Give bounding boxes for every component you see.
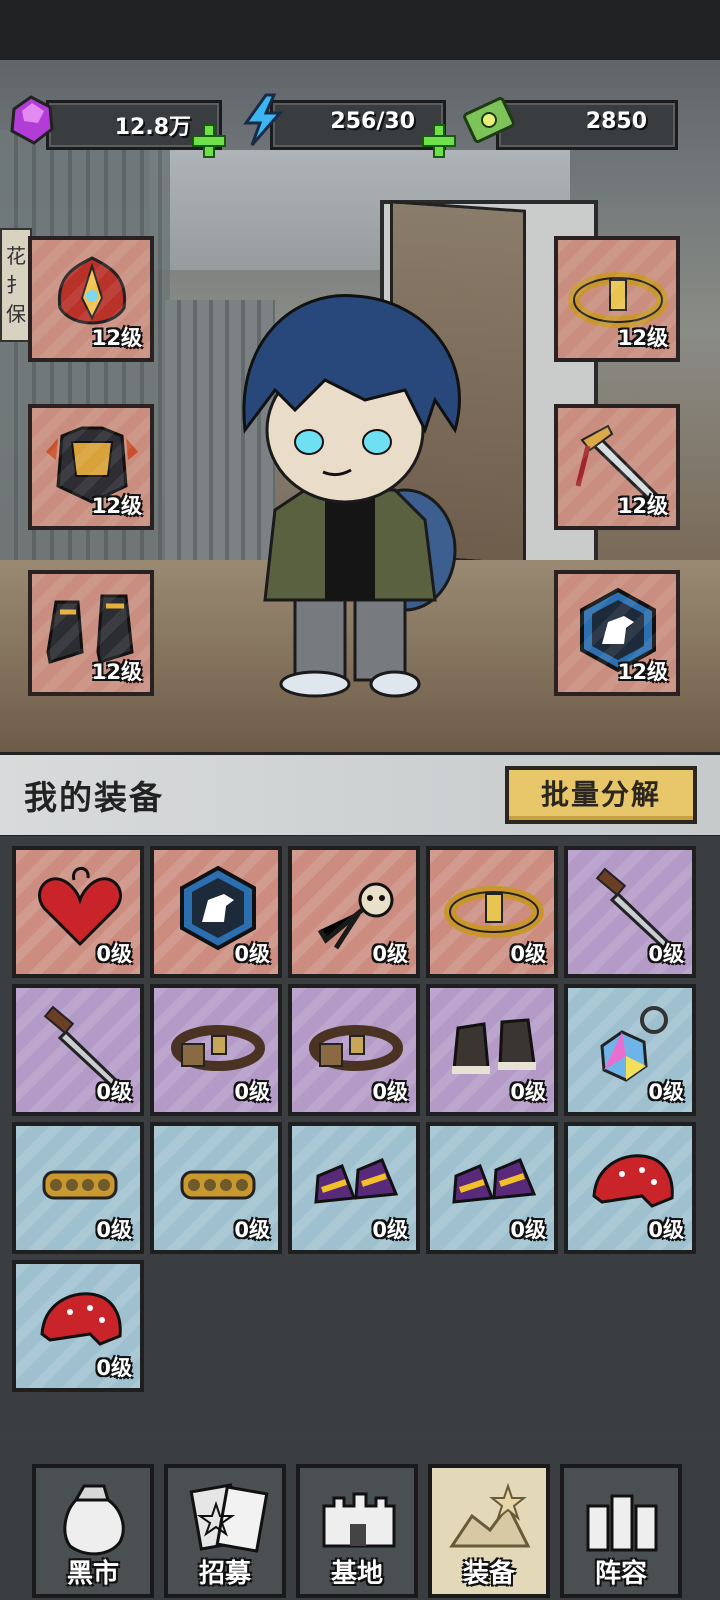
equip-slot-helmet[interactable]: 12级 bbox=[28, 236, 154, 362]
inventory-item[interactable]: 0级 bbox=[150, 984, 282, 1116]
equip-level: 12级 bbox=[617, 494, 668, 518]
item-level: 0级 bbox=[372, 942, 408, 966]
money-bag-icon bbox=[63, 1484, 125, 1556]
tab-equipment[interactable]: 装备 bbox=[428, 1464, 550, 1598]
item-level: 0级 bbox=[96, 1080, 132, 1104]
batch-dismantle-button[interactable]: 批量分解 bbox=[505, 766, 697, 824]
energy-counter: 256/30 bbox=[270, 100, 446, 150]
add-gems-button[interactable] bbox=[192, 124, 226, 158]
hero-character[interactable] bbox=[205, 280, 485, 700]
page-title: 我的装备 bbox=[24, 778, 164, 817]
equip-slot-boots[interactable]: 12级 bbox=[28, 570, 154, 696]
equipment-header: 我的装备 批量分解 bbox=[0, 752, 720, 839]
lightning-icon bbox=[243, 93, 284, 146]
inventory-item[interactable]: 0级 bbox=[288, 846, 420, 978]
inventory-item[interactable]: 0级 bbox=[564, 984, 696, 1116]
item-level: 0级 bbox=[96, 942, 132, 966]
inventory-item[interactable]: 0级 bbox=[564, 846, 696, 978]
equip-level: 12级 bbox=[91, 660, 142, 684]
add-energy-button[interactable] bbox=[422, 124, 456, 158]
inventory-grid: 0级 0级 0级 0级 0级 0级 0级 0级 0级 0级 0级 0级 0级 0… bbox=[0, 836, 720, 1436]
equip-slot-accessory[interactable]: 12级 bbox=[554, 570, 680, 696]
inventory-item[interactable]: 0级 bbox=[12, 1122, 144, 1254]
inventory-item[interactable]: 0级 bbox=[12, 984, 144, 1116]
item-level: 0级 bbox=[510, 1080, 546, 1104]
inventory-item[interactable]: 0级 bbox=[564, 1122, 696, 1254]
cash-counter: 2850 bbox=[496, 100, 678, 150]
item-level: 0级 bbox=[648, 1218, 684, 1242]
equip-level: 12级 bbox=[91, 494, 142, 518]
energy-amount: 256/30 bbox=[330, 109, 415, 134]
tab-label: 装备 bbox=[462, 1559, 515, 1589]
ceiling bbox=[0, 0, 720, 60]
inventory-item[interactable]: 0级 bbox=[426, 984, 558, 1116]
inventory-item[interactable]: 0级 bbox=[426, 1122, 558, 1254]
bottom-nav: 黑市 招募 基地 装备 阵容 bbox=[0, 1440, 720, 1600]
tab-label: 阵容 bbox=[594, 1559, 647, 1589]
item-level: 0级 bbox=[96, 1218, 132, 1242]
item-level: 0级 bbox=[372, 1218, 408, 1242]
equip-level: 12级 bbox=[617, 326, 668, 350]
inventory-item[interactable]: 0级 bbox=[150, 1122, 282, 1254]
inventory-item[interactable]: 0级 bbox=[288, 1122, 420, 1254]
fortress-icon bbox=[322, 1492, 396, 1548]
equip-slot-armor[interactable]: 12级 bbox=[28, 404, 154, 530]
purple-gem-icon bbox=[10, 95, 54, 145]
banknote-icon bbox=[463, 97, 515, 143]
equip-level: 12级 bbox=[91, 326, 142, 350]
item-level: 0级 bbox=[510, 1218, 546, 1242]
tab-recruit[interactable]: 招募 bbox=[164, 1464, 286, 1598]
item-level: 0级 bbox=[234, 1080, 270, 1104]
equip-level: 12级 bbox=[617, 660, 668, 684]
item-level: 0级 bbox=[648, 1080, 684, 1104]
item-level: 0级 bbox=[96, 1356, 132, 1380]
tab-label: 基地 bbox=[330, 1559, 383, 1589]
tab-lineup[interactable]: 阵容 bbox=[560, 1464, 682, 1598]
tab-base[interactable]: 基地 bbox=[296, 1464, 418, 1598]
equip-slot-weapon[interactable]: 12级 bbox=[554, 404, 680, 530]
tab-black-market[interactable]: 黑市 bbox=[32, 1464, 154, 1598]
item-level: 0级 bbox=[234, 1218, 270, 1242]
squad-icon bbox=[586, 1494, 658, 1552]
item-level: 0级 bbox=[234, 942, 270, 966]
equip-slot-belt[interactable]: 12级 bbox=[554, 236, 680, 362]
cards-icon bbox=[189, 1483, 269, 1553]
inventory-item[interactable]: 0级 bbox=[288, 984, 420, 1116]
tab-label: 黑市 bbox=[66, 1559, 119, 1589]
cash-amount: 2850 bbox=[585, 109, 647, 134]
inventory-item[interactable]: 0级 bbox=[426, 846, 558, 978]
inventory-item[interactable]: 0级 bbox=[12, 846, 144, 978]
inventory-item[interactable]: 0级 bbox=[12, 1260, 144, 1392]
tab-label: 招募 bbox=[198, 1559, 251, 1589]
gear-pile-icon bbox=[449, 1482, 531, 1548]
wall-sign-text: 花扌保 bbox=[6, 244, 26, 326]
item-level: 0级 bbox=[648, 942, 684, 966]
item-level: 0级 bbox=[372, 1080, 408, 1104]
gem-amount: 12.8万 bbox=[114, 115, 191, 140]
item-level: 0级 bbox=[510, 942, 546, 966]
inventory-item[interactable]: 0级 bbox=[150, 846, 282, 978]
